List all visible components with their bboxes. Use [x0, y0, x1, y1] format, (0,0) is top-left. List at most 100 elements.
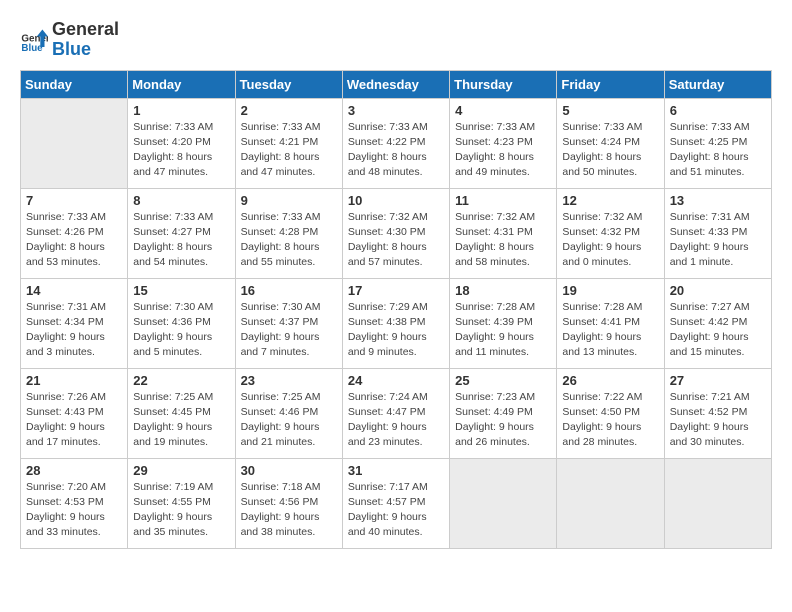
calendar-header-row: SundayMondayTuesdayWednesdayThursdayFrid…: [21, 70, 772, 98]
day-number: 29: [133, 463, 229, 478]
header-monday: Monday: [128, 70, 235, 98]
day-number: 24: [348, 373, 444, 388]
calendar-cell: 10 Sunrise: 7:32 AMSunset: 4:30 PMDayligh…: [342, 188, 449, 278]
day-number: 11: [455, 193, 551, 208]
day-number: 30: [241, 463, 337, 478]
day-info: Sunrise: 7:33 AMSunset: 4:23 PMDaylight:…: [455, 120, 551, 181]
calendar-cell: [21, 98, 128, 188]
day-number: 4: [455, 103, 551, 118]
calendar-cell: 18Sunrise: 7:28 AMSunset: 4:39 PMDayligh…: [450, 278, 557, 368]
logo: General Blue General Blue: [20, 20, 119, 60]
calendar-cell: 12 Sunrise: 7:32 AMSunset: 4:32 PMDayligh…: [557, 188, 664, 278]
day-info: Sunrise: 7:21 AMSunset: 4:52 PMDaylight:…: [670, 390, 766, 451]
day-info: Sunrise: 7:24 AMSunset: 4:47 PMDaylight:…: [348, 390, 444, 451]
day-info: Sunrise: 7:30 AMSunset: 4:36 PMDaylight:…: [133, 300, 229, 361]
day-info: Sunrise: 7:29 AMSunset: 4:38 PMDaylight:…: [348, 300, 444, 361]
calendar-cell: 28 Sunrise: 7:20 AMSunset: 4:53 PMDayligh…: [21, 458, 128, 548]
day-info: Sunrise: 7:26 AMSunset: 4:43 PMDaylight:…: [26, 390, 122, 451]
day-number: 12: [562, 193, 658, 208]
day-info: Sunrise: 7:22 AMSunset: 4:50 PMDaylight:…: [562, 390, 658, 451]
day-number: 31: [348, 463, 444, 478]
day-number: 5: [562, 103, 658, 118]
week-row-4: 21 Sunrise: 7:26 AMSunset: 4:43 PMDayligh…: [21, 368, 772, 458]
calendar-cell: 20Sunrise: 7:27 AMSunset: 4:42 PMDayligh…: [664, 278, 771, 368]
calendar-cell: 19 Sunrise: 7:28 AMSunset: 4:41 PMDayligh…: [557, 278, 664, 368]
day-info: Sunrise: 7:33 AMSunset: 4:27 PMDaylight:…: [133, 210, 229, 271]
day-info: Sunrise: 7:20 AMSunset: 4:53 PMDaylight:…: [26, 480, 122, 541]
day-info: Sunrise: 7:33 AMSunset: 4:28 PMDaylight:…: [241, 210, 337, 271]
page-header: General Blue General Blue: [20, 20, 772, 60]
day-info: Sunrise: 7:17 AMSunset: 4:57 PMDaylight:…: [348, 480, 444, 541]
calendar-cell: 31 Sunrise: 7:17 AMSunset: 4:57 PMDayligh…: [342, 458, 449, 548]
week-row-1: 1 Sunrise: 7:33 AMSunset: 4:20 PMDaylight…: [21, 98, 772, 188]
logo-text: General Blue: [52, 20, 119, 60]
header-wednesday: Wednesday: [342, 70, 449, 98]
day-number: 3: [348, 103, 444, 118]
day-info: Sunrise: 7:31 AMSunset: 4:34 PMDaylight:…: [26, 300, 122, 361]
calendar-cell: 24 Sunrise: 7:24 AMSunset: 4:47 PMDayligh…: [342, 368, 449, 458]
calendar-cell: 8Sunrise: 7:33 AMSunset: 4:27 PMDaylight…: [128, 188, 235, 278]
day-number: 6: [670, 103, 766, 118]
calendar-cell: 16 Sunrise: 7:30 AMSunset: 4:37 PMDayligh…: [235, 278, 342, 368]
day-number: 22: [133, 373, 229, 388]
calendar-cell: 13Sunrise: 7:31 AMSunset: 4:33 PMDayligh…: [664, 188, 771, 278]
svg-text:Blue: Blue: [21, 43, 43, 54]
calendar-cell: 26 Sunrise: 7:22 AMSunset: 4:50 PMDayligh…: [557, 368, 664, 458]
day-number: 9: [241, 193, 337, 208]
calendar-cell: 1 Sunrise: 7:33 AMSunset: 4:20 PMDaylight…: [128, 98, 235, 188]
day-number: 10: [348, 193, 444, 208]
day-number: 26: [562, 373, 658, 388]
calendar-cell: 25 Sunrise: 7:23 AMSunset: 4:49 PMDayligh…: [450, 368, 557, 458]
day-number: 17: [348, 283, 444, 298]
day-number: 19: [562, 283, 658, 298]
calendar-cell: 15 Sunrise: 7:30 AMSunset: 4:36 PMDayligh…: [128, 278, 235, 368]
day-number: 16: [241, 283, 337, 298]
calendar-cell: 27 Sunrise: 7:21 AMSunset: 4:52 PMDayligh…: [664, 368, 771, 458]
day-number: 20: [670, 283, 766, 298]
day-number: 25: [455, 373, 551, 388]
header-saturday: Saturday: [664, 70, 771, 98]
day-number: 28: [26, 463, 122, 478]
calendar-cell: 21 Sunrise: 7:26 AMSunset: 4:43 PMDayligh…: [21, 368, 128, 458]
logo-icon: General Blue: [20, 26, 48, 54]
day-number: 21: [26, 373, 122, 388]
day-info: Sunrise: 7:28 AMSunset: 4:41 PMDaylight:…: [562, 300, 658, 361]
day-number: 13: [670, 193, 766, 208]
day-info: Sunrise: 7:32 AMSunset: 4:30 PMDaylight:…: [348, 210, 444, 271]
header-thursday: Thursday: [450, 70, 557, 98]
calendar-cell: 7 Sunrise: 7:33 AMSunset: 4:26 PMDaylight…: [21, 188, 128, 278]
day-info: Sunrise: 7:23 AMSunset: 4:49 PMDaylight:…: [455, 390, 551, 451]
day-info: Sunrise: 7:18 AMSunset: 4:56 PMDaylight:…: [241, 480, 337, 541]
day-info: Sunrise: 7:32 AMSunset: 4:32 PMDaylight:…: [562, 210, 658, 271]
calendar-cell: 17 Sunrise: 7:29 AMSunset: 4:38 PMDayligh…: [342, 278, 449, 368]
day-info: Sunrise: 7:32 AMSunset: 4:31 PMDaylight:…: [455, 210, 551, 271]
calendar-cell: 5Sunrise: 7:33 AMSunset: 4:24 PMDaylight…: [557, 98, 664, 188]
calendar-cell: 9 Sunrise: 7:33 AMSunset: 4:28 PMDaylight…: [235, 188, 342, 278]
day-number: 7: [26, 193, 122, 208]
calendar-cell: [664, 458, 771, 548]
day-number: 27: [670, 373, 766, 388]
week-row-5: 28 Sunrise: 7:20 AMSunset: 4:53 PMDayligh…: [21, 458, 772, 548]
day-number: 15: [133, 283, 229, 298]
day-info: Sunrise: 7:33 AMSunset: 4:21 PMDaylight:…: [241, 120, 337, 181]
header-sunday: Sunday: [21, 70, 128, 98]
calendar-cell: 23Sunrise: 7:25 AMSunset: 4:46 PMDayligh…: [235, 368, 342, 458]
day-info: Sunrise: 7:33 AMSunset: 4:20 PMDaylight:…: [133, 120, 229, 181]
day-info: Sunrise: 7:30 AMSunset: 4:37 PMDaylight:…: [241, 300, 337, 361]
day-info: Sunrise: 7:25 AMSunset: 4:46 PMDaylight:…: [241, 390, 337, 451]
week-row-3: 14Sunrise: 7:31 AMSunset: 4:34 PMDayligh…: [21, 278, 772, 368]
calendar-cell: 14Sunrise: 7:31 AMSunset: 4:34 PMDayligh…: [21, 278, 128, 368]
day-number: 1: [133, 103, 229, 118]
calendar-cell: 29Sunrise: 7:19 AMSunset: 4:55 PMDayligh…: [128, 458, 235, 548]
day-info: Sunrise: 7:33 AMSunset: 4:26 PMDaylight:…: [26, 210, 122, 271]
calendar-cell: 22 Sunrise: 7:25 AMSunset: 4:45 PMDayligh…: [128, 368, 235, 458]
day-number: 18: [455, 283, 551, 298]
day-info: Sunrise: 7:33 AMSunset: 4:25 PMDaylight:…: [670, 120, 766, 181]
calendar-cell: [450, 458, 557, 548]
calendar-cell: 3Sunrise: 7:33 AMSunset: 4:22 PMDaylight…: [342, 98, 449, 188]
day-info: Sunrise: 7:25 AMSunset: 4:45 PMDaylight:…: [133, 390, 229, 451]
calendar-cell: 30 Sunrise: 7:18 AMSunset: 4:56 PMDayligh…: [235, 458, 342, 548]
header-tuesday: Tuesday: [235, 70, 342, 98]
day-number: 2: [241, 103, 337, 118]
calendar-cell: 6 Sunrise: 7:33 AMSunset: 4:25 PMDaylight…: [664, 98, 771, 188]
